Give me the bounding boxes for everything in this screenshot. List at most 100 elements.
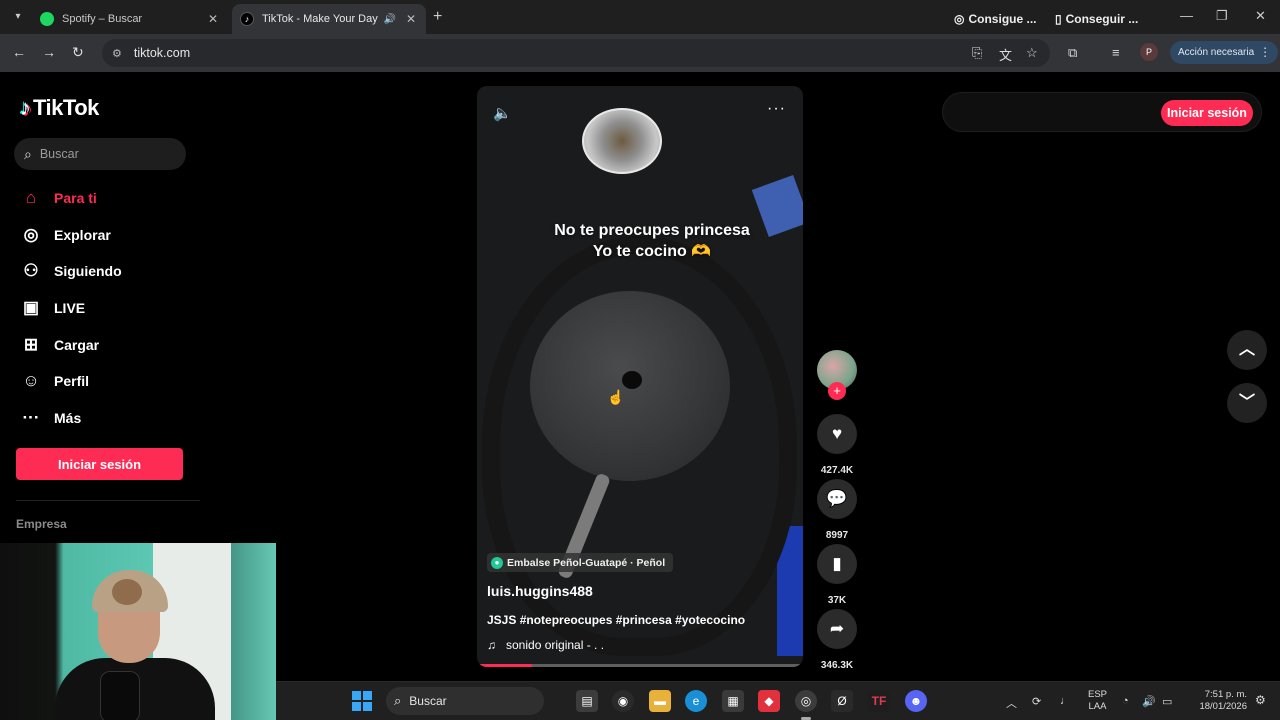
previous-video-button[interactable]: ︿ bbox=[1227, 330, 1267, 370]
edge-icon[interactable]: e bbox=[685, 690, 707, 712]
file-explorer-icon[interactable]: ▬ bbox=[649, 690, 671, 712]
comment-action[interactable]: 💬 8997 bbox=[817, 479, 857, 541]
sidebar-item-label: LIVE bbox=[54, 300, 86, 317]
task-view-icon[interactable]: ▤ bbox=[576, 690, 598, 712]
live-icon: ▣ bbox=[22, 298, 40, 318]
store-icon[interactable]: ▦ bbox=[722, 690, 744, 712]
video-description[interactable]: JSJS #notepreocupes #princesa #yotecocin… bbox=[487, 613, 745, 627]
overlay-line-2: Yo te cocino 🫶 bbox=[592, 243, 712, 260]
music-note-icon: ♫ bbox=[487, 638, 496, 652]
get-coins-label: Consigue ... bbox=[968, 12, 1037, 26]
volume-icon[interactable]: 🔈 bbox=[493, 104, 512, 122]
tray-overflow-icon[interactable]: ︿ bbox=[1006, 695, 1017, 711]
video-sound[interactable]: ♫ sonido original - . . bbox=[487, 638, 604, 652]
forward-icon[interactable]: → bbox=[42, 44, 56, 60]
sink-drain bbox=[582, 108, 662, 174]
close-tab-icon[interactable]: ✕ bbox=[404, 12, 418, 26]
sound-text: sonido original - . . bbox=[506, 638, 605, 652]
bookmark-star-icon[interactable]: ☆ bbox=[1026, 45, 1038, 61]
volume-icon[interactable]: 🔊 bbox=[1142, 695, 1156, 708]
share-action[interactable]: ➦ 346.3K bbox=[817, 609, 857, 671]
profile-avatar[interactable]: P bbox=[1140, 43, 1158, 61]
comment-icon[interactable]: 💬 bbox=[817, 479, 857, 519]
close-window-icon[interactable]: ✕ bbox=[1255, 8, 1266, 24]
discord-icon[interactable]: ☻ bbox=[905, 690, 927, 712]
sidebar-item-perfil[interactable]: ☺ Perfil bbox=[20, 363, 200, 400]
location-pin-icon: ● bbox=[491, 556, 503, 569]
sidebar-item-cargar[interactable]: ⊞ Cargar bbox=[20, 326, 200, 363]
tab-spotify[interactable]: Spotify – Buscar ✕ bbox=[32, 4, 228, 34]
tiktok-logo[interactable]: ♪ TikTok bbox=[20, 95, 99, 121]
location-tag[interactable]: ● Embalse Peñol-Guatapé · Peñol bbox=[487, 553, 674, 572]
clock-time: 7:51 p. m. bbox=[1204, 689, 1247, 700]
system-clock[interactable]: 7:51 p. m. 18/01/2026 bbox=[1189, 689, 1247, 713]
sidebar-nav: ⌂ Para ti ◎ Explorar ⚇ Siguiendo ▣ LIVE … bbox=[20, 180, 200, 436]
app-icon[interactable]: Ø bbox=[831, 690, 853, 712]
search-box[interactable]: ⌕ bbox=[14, 138, 186, 170]
sync-icon[interactable]: ⟳ bbox=[1032, 695, 1041, 708]
windows-taskbar: ⌕ Buscar ▤ ◉ ▬ e ▦ ◆ ◎ Ø TF ☻ ︿ ⟳ ♩ ESP … bbox=[276, 681, 1280, 720]
close-tab-icon[interactable]: ✕ bbox=[206, 12, 220, 26]
chrome-icon[interactable]: ◎ bbox=[795, 690, 817, 720]
share-icon[interactable]: ➦ bbox=[817, 609, 857, 649]
webcam-overlay bbox=[0, 543, 276, 720]
video-player[interactable]: 🔈 ··· No te preocupes princesa Yo te coc… bbox=[477, 86, 803, 667]
windows-start-icon[interactable] bbox=[352, 691, 372, 711]
site-info-icon[interactable]: ⚙ bbox=[112, 47, 122, 60]
like-count: 427.4K bbox=[820, 465, 854, 476]
search-icon: ⌕ bbox=[24, 145, 32, 162]
sidebar-item-para-ti[interactable]: ⌂ Para ti bbox=[20, 180, 200, 217]
next-video-button[interactable]: ﹀ bbox=[1227, 383, 1267, 423]
more-options-icon[interactable]: ··· bbox=[767, 100, 786, 118]
upload-icon: ⊞ bbox=[23, 334, 39, 354]
microphone-icon[interactable]: ♩ bbox=[1060, 695, 1071, 707]
language-code: ESP bbox=[1088, 689, 1108, 700]
minimize-icon[interactable]: — bbox=[1180, 8, 1193, 23]
reload-icon[interactable]: ↻ bbox=[72, 44, 84, 61]
sidebar-item-siguiendo[interactable]: ⚇ Siguiendo bbox=[20, 253, 200, 290]
sidebar-item-mas[interactable]: ··· Más bbox=[20, 400, 200, 437]
logo-text: TikTok bbox=[33, 95, 99, 120]
sidebar-login-button[interactable]: Iniciar sesión bbox=[16, 448, 183, 480]
new-tab-icon[interactable]: + bbox=[433, 8, 442, 26]
pancake-hole bbox=[622, 371, 642, 389]
address-bar[interactable]: ⚙ tiktok.com bbox=[102, 39, 1050, 67]
bookmark-icon[interactable]: ▮ bbox=[817, 544, 857, 584]
video-author[interactable]: luis.huggins488 bbox=[487, 583, 593, 599]
taskbar-search[interactable]: ⌕ Buscar bbox=[386, 687, 544, 715]
get-coins-link[interactable]: ◎ Consigue ... bbox=[954, 12, 1037, 26]
save-action[interactable]: ▮ 37K bbox=[817, 544, 857, 606]
media-control-icon[interactable]: ≡ bbox=[1112, 45, 1120, 60]
battery-icon[interactable]: ▭ bbox=[1162, 695, 1172, 708]
sidebar-section-title: Empresa bbox=[16, 517, 67, 531]
install-app-icon[interactable]: ⎘ bbox=[972, 45, 982, 61]
tab-search-button[interactable]: ▾ bbox=[8, 7, 28, 27]
wifi-icon[interactable]: ◔ bbox=[1122, 695, 1129, 707]
extensions-icon[interactable]: ⧉ bbox=[1068, 45, 1077, 61]
action-required-button[interactable]: Acción necesaria ⋮ bbox=[1170, 41, 1279, 64]
notification-icon[interactable]: ⚙ bbox=[1255, 693, 1266, 707]
get-app-link[interactable]: ▯ Conseguir ... bbox=[1055, 12, 1138, 26]
language-indicator[interactable]: ESP LAA bbox=[1088, 689, 1107, 713]
sidebar-item-label: Cargar bbox=[54, 336, 100, 353]
browser-menu-icon[interactable]: ⋮ bbox=[1259, 41, 1271, 64]
maximize-icon[interactable]: ❐ bbox=[1216, 8, 1228, 24]
translate-icon[interactable]: 文 bbox=[999, 45, 1012, 64]
sidebar-item-explorar[interactable]: ◎ Explorar bbox=[20, 217, 200, 254]
video-progress-bar[interactable] bbox=[477, 664, 803, 667]
tab-tiktok[interactable]: ♪ TikTok - Make Your Day 🔊 ✕ bbox=[232, 4, 426, 34]
top-login-button[interactable]: Iniciar sesión bbox=[1161, 100, 1253, 126]
sidebar-item-label: Explorar bbox=[54, 226, 111, 243]
obs-icon[interactable]: ◉ bbox=[612, 690, 634, 712]
back-icon[interactable]: ← bbox=[12, 44, 26, 60]
search-icon: ⌕ bbox=[394, 693, 402, 708]
heart-icon[interactable]: ♥ bbox=[817, 414, 857, 454]
follow-button[interactable]: + bbox=[828, 382, 846, 400]
like-action[interactable]: ♥ 427.4K bbox=[817, 414, 857, 476]
tf-app-icon[interactable]: TF bbox=[868, 690, 890, 712]
media-app-icon[interactable]: ◆ bbox=[758, 690, 780, 712]
search-input[interactable] bbox=[39, 147, 160, 161]
sidebar-item-live[interactable]: ▣ LIVE bbox=[20, 290, 200, 327]
get-app-label: Conseguir ... bbox=[1065, 12, 1139, 26]
tab-audio-icon[interactable]: 🔊 bbox=[384, 14, 396, 25]
